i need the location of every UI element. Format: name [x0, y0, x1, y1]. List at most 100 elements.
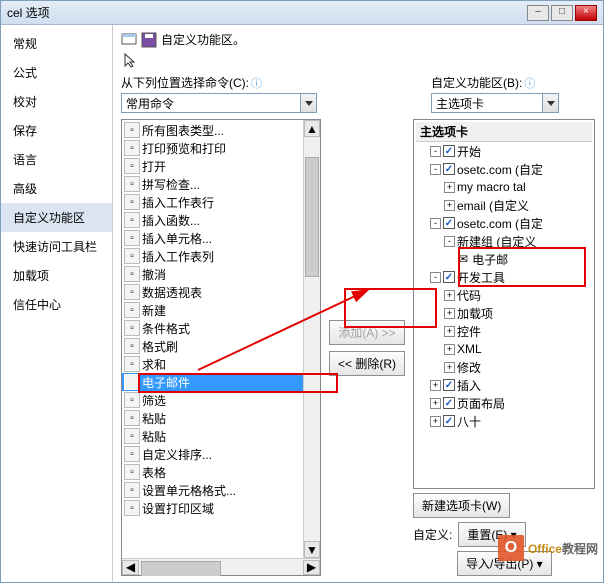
- nav-item-5[interactable]: 高级: [1, 174, 112, 203]
- tree-node[interactable]: +控件: [416, 322, 592, 340]
- command-item[interactable]: ▫撤消: [122, 265, 303, 283]
- tree-label: 八十: [457, 413, 481, 430]
- ribbon-tree[interactable]: 主选项卡 -开始-osetc.com (自定+my macro tal+emai…: [413, 119, 595, 489]
- checkbox[interactable]: [443, 415, 455, 427]
- choose-commands-input[interactable]: [121, 93, 317, 113]
- expander-icon[interactable]: +: [444, 344, 455, 355]
- nav-item-2[interactable]: 校对: [1, 87, 112, 116]
- scroll-left-icon[interactable]: ◀: [122, 560, 139, 575]
- scroll-thumb[interactable]: [305, 157, 319, 277]
- expander-icon[interactable]: +: [444, 308, 455, 319]
- scrollbar-horizontal[interactable]: ◀ ▶: [122, 558, 320, 575]
- scroll-right-icon[interactable]: ▶: [303, 560, 320, 575]
- tree-node[interactable]: -osetc.com (自定: [416, 160, 592, 178]
- expander-icon[interactable]: -: [430, 218, 441, 229]
- maximize-button[interactable]: □: [551, 5, 573, 21]
- nav-item-7[interactable]: 快速访问工具栏: [1, 232, 112, 261]
- command-label: 所有图表类型...: [142, 122, 224, 139]
- tree-node[interactable]: ✉电子邮: [416, 250, 592, 268]
- minimize-button[interactable]: –: [527, 5, 549, 21]
- expander-icon[interactable]: -: [444, 236, 455, 247]
- command-item[interactable]: ▫设置打印区域: [122, 499, 303, 517]
- import-export-button[interactable]: 导入/导出(P) ▾: [457, 551, 552, 576]
- command-item[interactable]: ▫数据透视表: [122, 283, 303, 301]
- command-item[interactable]: ▫打开: [122, 157, 303, 175]
- choose-commands-combo[interactable]: [121, 93, 317, 113]
- command-item[interactable]: ▫电子邮件: [122, 373, 303, 391]
- commands-listbox[interactable]: ▫所有图表类型...▫打印预览和打印▫打开▫拼写检查...▫插入工作表行▫插入函…: [121, 119, 321, 576]
- command-item[interactable]: ▫插入工作表行: [122, 193, 303, 211]
- add-button[interactable]: 添加(A) >>: [329, 320, 404, 345]
- window-title: cel 选项: [7, 4, 525, 21]
- nav-item-6[interactable]: 自定义功能区: [1, 203, 112, 232]
- checkbox[interactable]: [443, 379, 455, 391]
- nav-item-8[interactable]: 加载项: [1, 261, 112, 290]
- nav-item-3[interactable]: 保存: [1, 116, 112, 145]
- checkbox[interactable]: [443, 397, 455, 409]
- expander-icon[interactable]: -: [430, 146, 441, 157]
- tree-node[interactable]: +email (自定义: [416, 196, 592, 214]
- reset-button[interactable]: 重置(E) ▾: [458, 522, 525, 547]
- command-item[interactable]: ▫粘贴: [122, 409, 303, 427]
- expander-icon[interactable]: +: [444, 362, 455, 373]
- expander-icon[interactable]: -: [430, 164, 441, 175]
- chevron-down-icon[interactable]: [542, 94, 558, 112]
- tree-node[interactable]: +插入: [416, 376, 592, 394]
- command-item[interactable]: ▫表格: [122, 463, 303, 481]
- expander-icon[interactable]: +: [444, 290, 455, 301]
- customize-ribbon-combo[interactable]: [431, 93, 559, 113]
- command-item[interactable]: ▫插入工作表列: [122, 247, 303, 265]
- tree-node[interactable]: -开发工具: [416, 268, 592, 286]
- command-label: 插入单元格...: [142, 230, 212, 247]
- tree-node[interactable]: -osetc.com (自定: [416, 214, 592, 232]
- tree-node[interactable]: +XML: [416, 340, 592, 358]
- tree-node[interactable]: +加载项: [416, 304, 592, 322]
- scroll-up-icon[interactable]: ▲: [304, 120, 320, 137]
- checkbox[interactable]: [443, 271, 455, 283]
- nav-item-9[interactable]: 信任中心: [1, 290, 112, 319]
- scroll-down-icon[interactable]: ▼: [304, 541, 320, 558]
- tree-node[interactable]: + 八十: [416, 412, 592, 430]
- close-button[interactable]: ×: [575, 5, 597, 21]
- expander-icon[interactable]: +: [444, 182, 455, 193]
- command-item[interactable]: ▫粘贴: [122, 427, 303, 445]
- tree-node[interactable]: +my macro tal: [416, 178, 592, 196]
- command-item[interactable]: ▫条件格式: [122, 319, 303, 337]
- command-item[interactable]: ▫拼写检查...: [122, 175, 303, 193]
- expander-icon[interactable]: +: [430, 380, 441, 391]
- command-item[interactable]: ▫新建: [122, 301, 303, 319]
- expander-icon[interactable]: +: [430, 398, 441, 409]
- remove-button[interactable]: << 删除(R): [329, 351, 405, 376]
- nav-item-1[interactable]: 公式: [1, 58, 112, 87]
- checkbox[interactable]: [443, 163, 455, 175]
- command-item[interactable]: ▫筛选: [122, 391, 303, 409]
- command-icon: ▫: [124, 374, 140, 390]
- checkbox[interactable]: [443, 217, 455, 229]
- command-item[interactable]: ▫插入函数...: [122, 211, 303, 229]
- command-item[interactable]: ▫格式刷: [122, 337, 303, 355]
- command-item[interactable]: ▫设置单元格格式...: [122, 481, 303, 499]
- tree-node[interactable]: +代码: [416, 286, 592, 304]
- expander-icon[interactable]: -: [430, 272, 441, 283]
- new-tab-button[interactable]: 新建选项卡(W): [413, 493, 510, 518]
- tree-node[interactable]: -开始: [416, 142, 592, 160]
- chevron-down-icon[interactable]: [300, 94, 316, 112]
- command-item[interactable]: ▫求和: [122, 355, 303, 373]
- expander-icon[interactable]: +: [444, 200, 455, 211]
- scrollbar-vertical[interactable]: ▲ ▼: [303, 120, 320, 558]
- tree-node[interactable]: -新建组 (自定义: [416, 232, 592, 250]
- nav-item-4[interactable]: 语言: [1, 145, 112, 174]
- command-item[interactable]: ▫插入单元格...: [122, 229, 303, 247]
- tree-node[interactable]: +修改: [416, 358, 592, 376]
- customize-ribbon-input[interactable]: [431, 93, 559, 113]
- nav-item-0[interactable]: 常规: [1, 29, 112, 58]
- command-item[interactable]: ▫所有图表类型...: [122, 121, 303, 139]
- scroll-thumb[interactable]: [141, 561, 221, 577]
- command-item[interactable]: ▫打印预览和打印: [122, 139, 303, 157]
- tree-label: my macro tal: [457, 180, 526, 194]
- command-item[interactable]: ▫自定义排序...: [122, 445, 303, 463]
- expander-icon[interactable]: +: [430, 416, 441, 427]
- expander-icon[interactable]: +: [444, 326, 455, 337]
- checkbox[interactable]: [443, 145, 455, 157]
- tree-node[interactable]: +页面布局: [416, 394, 592, 412]
